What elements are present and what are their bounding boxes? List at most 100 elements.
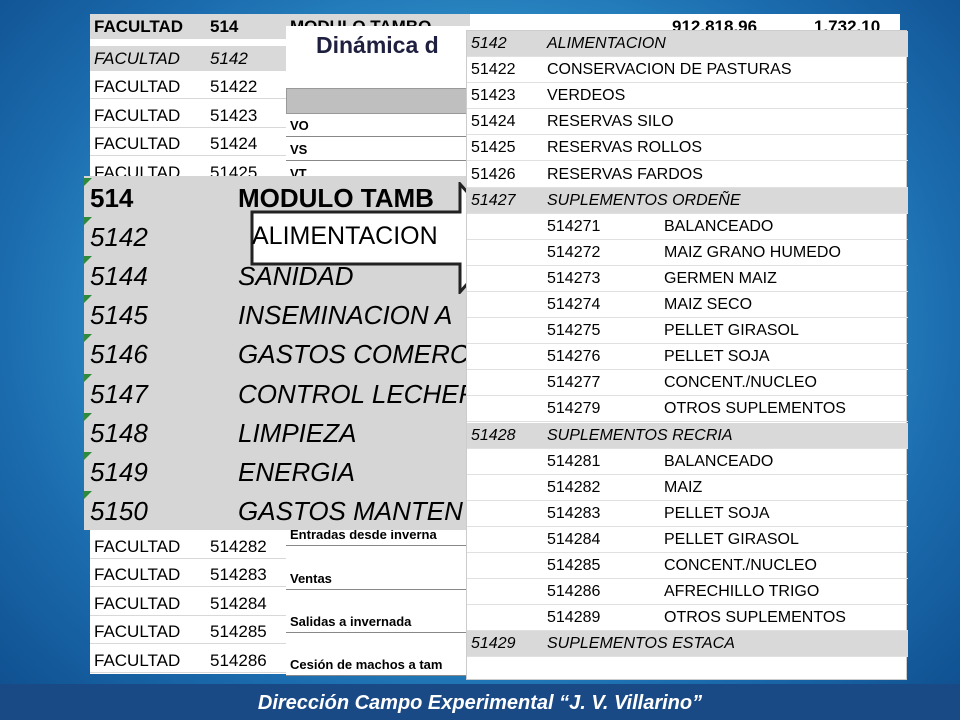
code-name: ENERGIA <box>238 457 356 487</box>
table-row: 514285 CONCENT./NUCLEO <box>467 553 908 580</box>
row-name: BALANCEADO <box>664 217 774 235</box>
bg-cell-code: 514285 <box>210 622 267 641</box>
bg-cell-facultad: FACULTAD <box>94 594 181 613</box>
row-code: 514271 <box>547 217 601 235</box>
code-name: CONTROL LECHER <box>238 379 478 409</box>
bg-cell-facultad: FACULTAD <box>94 49 180 68</box>
bg-cell-facultad: FACULTAD <box>94 537 181 556</box>
dinamica-row: Ventas <box>286 566 476 590</box>
table-row: 51422 CONSERVACION DE PASTURAS <box>467 57 908 84</box>
table-row: 51426 RESERVAS FARDOS <box>467 162 908 188</box>
row-code: 51425 <box>471 139 516 157</box>
table-row: 514282 MAIZ <box>467 475 908 501</box>
table-group-row: 51428 SUPLEMENTOS RECRIA <box>467 422 908 449</box>
row-code: 514282 <box>547 478 601 496</box>
table-row: 514283 PELLET SOJA <box>467 501 908 527</box>
code-name: LIMPIEZA <box>238 418 357 448</box>
row-name: SUPLEMENTOS ORDEÑE <box>547 191 741 209</box>
row-code: 514286 <box>547 583 601 601</box>
row-code: 51429 <box>471 635 516 653</box>
code-row: 5146 GASTOS COMERC <box>84 334 484 373</box>
dinamica-header-bar <box>286 88 476 114</box>
table-row: 514289 OTROS SUPLEMENTOS <box>467 605 908 632</box>
table-group-row: 5142 ALIMENTACION <box>467 31 908 58</box>
row-name: PELLET GIRASOL <box>664 322 799 340</box>
row-code: 51424 <box>471 113 516 131</box>
table-row: 51424 RESERVAS SILO <box>467 109 908 136</box>
row-name: RESERVAS SILO <box>547 113 674 131</box>
row-code: 51428 <box>471 426 516 444</box>
row-name: AFRECHILLO TRIGO <box>664 583 820 601</box>
bg-cell-facultad: FACULTAD <box>94 77 181 96</box>
table-row: 514271 BALANCEADO <box>467 214 908 240</box>
code-value: 5148 <box>90 418 148 448</box>
bg-cell-facultad: FACULTAD <box>94 565 181 584</box>
code-value: 5147 <box>90 379 148 409</box>
bg-cell-code: 51422 <box>210 77 258 96</box>
bg-cell-code: 5142 <box>210 49 248 68</box>
row-code: 514273 <box>547 269 601 287</box>
table-row: 514279 OTROS SUPLEMENTOS <box>467 396 908 423</box>
row-name: RESERVAS ROLLOS <box>547 139 703 157</box>
row-name: CONCENT./NUCLEO <box>664 557 817 574</box>
table-row: 514277 CONCENT./NUCLEO <box>467 370 908 397</box>
code-value: 514 <box>90 183 134 213</box>
dinamica-row: Cesión de machos a tam <box>286 652 476 676</box>
row-name: PELLET GIRASOL <box>664 530 799 548</box>
row-code: 514272 <box>547 243 601 261</box>
code-value: 5145 <box>90 300 148 330</box>
row-code: 514277 <box>547 374 601 392</box>
row-name: OTROS SUPLEMENTOS <box>664 400 846 418</box>
row-code: 5142 <box>471 35 507 52</box>
bg-cell-facultad: FACULTAD <box>94 622 181 641</box>
row-name: MAIZ <box>664 478 703 496</box>
row-name: VERDEOS <box>547 87 626 105</box>
code-row: 5145 INSEMINACION A <box>84 295 484 334</box>
code-value: 5144 <box>90 261 148 291</box>
bg-cell-code: 514284 <box>210 594 267 613</box>
row-code: 514284 <box>547 530 601 548</box>
row-name: PELLET SOJA <box>664 348 770 366</box>
row-code: 514283 <box>547 504 601 522</box>
footer-banner: Dirección Campo Experimental “J. V. Vill… <box>0 684 960 720</box>
table-row: 514275 PELLET GIRASOL <box>467 318 908 345</box>
row-name: CONCENT./NUCLEO <box>664 374 817 392</box>
table-row: 51425 RESERVAS ROLLOS <box>467 135 908 162</box>
row-name: CONSERVACION DE PASTURAS <box>547 61 792 79</box>
alimentacion-detail-table: 5142 ALIMENTACION 51422 CONSERVACION DE PAS… <box>466 30 908 680</box>
row-code: 51427 <box>471 191 516 209</box>
bg-cell-code: 514 <box>210 17 239 36</box>
row-code: 51426 <box>471 165 516 183</box>
code-name: GASTOS MANTEN <box>238 496 463 526</box>
dinamica-row: Salidas a invernada <box>286 609 476 633</box>
table-row: 514284 PELLET GIRASOL <box>467 527 908 553</box>
dinamica-row: VO <box>286 113 476 137</box>
code-value: 5149 <box>90 457 148 487</box>
bg-cell-facultad: FACULTAD <box>94 651 181 670</box>
code-row: 5148 LIMPIEZA <box>84 413 484 452</box>
row-code: 514275 <box>547 322 601 340</box>
code-row: 5147 CONTROL LECHER <box>84 374 484 413</box>
row-name: MAIZ GRANO HUMEDO <box>664 243 841 261</box>
table-row: 514281 BALANCEADO <box>467 449 908 475</box>
row-code: 514289 <box>547 609 601 627</box>
table-row: 514276 PELLET SOJA <box>467 344 908 371</box>
row-name: ALIMENTACION <box>547 35 666 52</box>
table-group-row: 51429 SUPLEMENTOS ESTACA <box>467 631 908 658</box>
arrow-label: ALIMENTACION <box>252 222 438 250</box>
bg-cell-code: 514286 <box>210 651 267 670</box>
bg-cell-code: 51423 <box>210 106 258 125</box>
row-code: 51423 <box>471 87 516 105</box>
code-name: GASTOS COMERC <box>238 339 469 369</box>
row-code: 514281 <box>547 452 601 470</box>
table-row: 514286 AFRECHILLO TRIGO <box>467 579 908 606</box>
table-group-row: 51427 SUPLEMENTOS ORDEÑE <box>467 187 908 214</box>
code-value: 5150 <box>90 496 148 526</box>
row-name: GERMEN MAIZ <box>664 269 777 287</box>
row-code: 514285 <box>547 557 601 574</box>
row-name: SUPLEMENTOS RECRIA <box>547 426 733 444</box>
code-row: 5149 ENERGIA <box>84 452 484 491</box>
code-name: INSEMINACION A <box>238 300 453 330</box>
bg-cell-code: 51424 <box>210 134 258 153</box>
row-name: RESERVAS FARDOS <box>547 165 703 183</box>
